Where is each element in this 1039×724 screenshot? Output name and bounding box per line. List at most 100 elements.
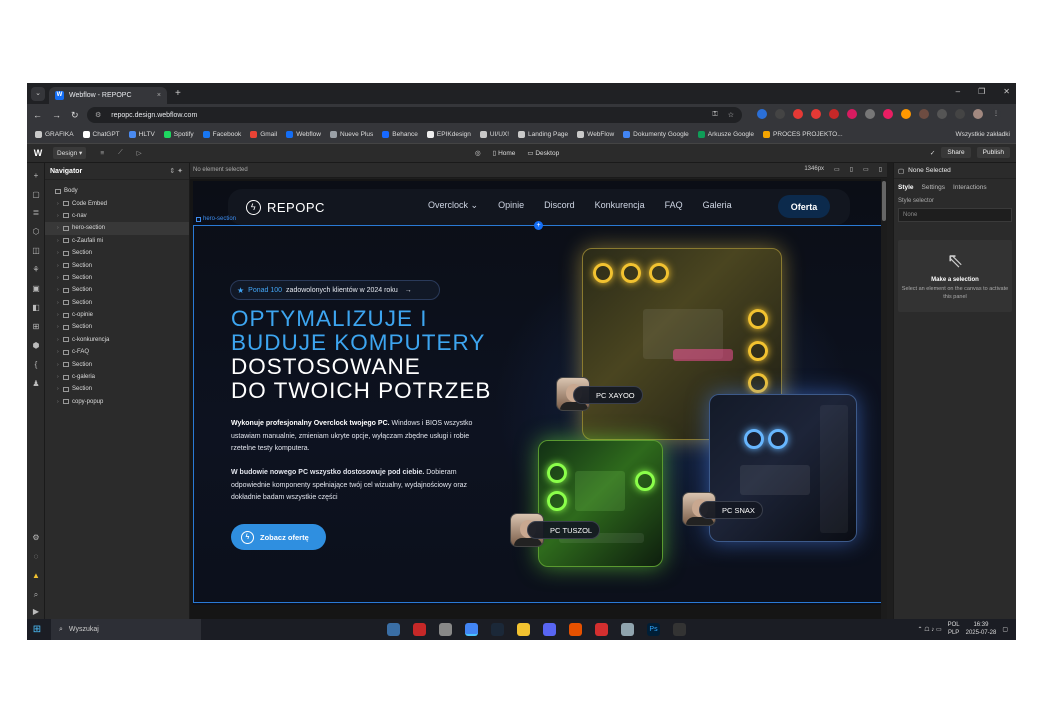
new-tab-button[interactable]: +: [175, 88, 181, 99]
discord-icon[interactable]: [543, 623, 556, 636]
app-icon[interactable]: [387, 623, 400, 636]
hero-badge[interactable]: ★ Ponad 100 zadowolonych klientów w 2024…: [230, 280, 440, 300]
webflow-logo[interactable]: W: [29, 148, 47, 158]
video-icon[interactable]: ▶: [31, 607, 41, 617]
extension-icon[interactable]: [829, 109, 839, 119]
nav-link-discord[interactable]: Discord: [544, 200, 575, 211]
bookmark-item[interactable]: ChatGPT: [82, 131, 120, 138]
nav-link-overclock[interactable]: Overclock ⌄: [428, 200, 478, 211]
cms-icon[interactable]: ≡: [100, 150, 104, 157]
tab-close-icon[interactable]: ×: [157, 92, 161, 99]
navigator-item[interactable]: › c-galeria: [45, 371, 189, 383]
extension-icon[interactable]: [865, 109, 875, 119]
globe-icon[interactable]: ◎: [475, 149, 481, 157]
nav-link-opinie[interactable]: Opinie: [498, 200, 524, 211]
apps-icon[interactable]: ⊞: [31, 322, 41, 332]
tray-icons[interactable]: ⌃ ☖ ♪ ▭: [918, 626, 942, 633]
app-icon[interactable]: [569, 623, 582, 636]
navigator-item[interactable]: › hero-section: [45, 222, 189, 235]
site-brand[interactable]: ϟ REPOPC: [246, 199, 325, 215]
users-icon[interactable]: ♟: [31, 379, 41, 389]
maximize-button[interactable]: ❐: [978, 87, 985, 96]
publish-button[interactable]: Publish: [976, 147, 1010, 158]
clock[interactable]: 16:39 2025-07-28: [966, 621, 997, 637]
tab-search-button[interactable]: ⌄: [31, 86, 45, 101]
app-icon[interactable]: [595, 623, 608, 636]
app-icon[interactable]: [673, 623, 686, 636]
components-icon[interactable]: ⬡: [31, 227, 41, 237]
ecommerce-icon[interactable]: ⬢: [31, 341, 41, 351]
scrollbar-thumb[interactable]: [882, 181, 886, 221]
tab-interactions[interactable]: Interactions: [953, 184, 987, 191]
extension-icon[interactable]: [883, 109, 893, 119]
navigator-item[interactable]: › Code Embed: [45, 197, 189, 209]
extension-icon[interactable]: [847, 109, 857, 119]
zobacz-oferte-button[interactable]: ϟ Zobacz ofertę: [231, 524, 326, 550]
bookmark-item[interactable]: EPIKdesign: [426, 131, 471, 138]
design-mode-button[interactable]: Design ▾: [53, 147, 87, 159]
bookmark-item[interactable]: Spotify: [163, 131, 194, 138]
navigator-item[interactable]: › copy-popup: [45, 396, 189, 408]
bookmark-item[interactable]: HLTV: [128, 131, 155, 138]
canvas-width-readout[interactable]: 1346px: [804, 166, 824, 173]
reload-icon[interactable]: ↻: [71, 110, 79, 121]
warning-icon[interactable]: ▲: [31, 571, 41, 581]
minimize-button[interactable]: –: [956, 87, 960, 96]
bookmark-star-icon[interactable]: ☆: [728, 111, 734, 119]
file-explorer-icon[interactable]: [517, 623, 530, 636]
add-icon[interactable]: +: [31, 171, 41, 181]
taskbar-search[interactable]: ⌕ Wyszukaj: [51, 619, 201, 640]
add-element-handle[interactable]: +: [534, 221, 543, 230]
code-braces-icon[interactable]: {: [31, 360, 41, 370]
app-icon[interactable]: [413, 623, 426, 636]
audit-icon[interactable]: ◌: [31, 552, 41, 562]
all-bookmarks-folder[interactable]: Wszystkie zakładki: [955, 131, 1010, 138]
breakpoint-selector[interactable]: ▭ Desktop: [527, 149, 559, 157]
tab-settings[interactable]: Settings: [922, 184, 946, 191]
nav-link-konkurencja[interactable]: Konkurencja: [595, 200, 645, 211]
navigator-item[interactable]: › c-FAQ: [45, 346, 189, 358]
preview-icon[interactable]: ▷: [137, 149, 142, 157]
navigator-item[interactable]: › Section: [45, 259, 189, 271]
navigator-item[interactable]: › Section: [45, 272, 189, 284]
design-canvas[interactable]: ϟ REPOPC Overclock ⌄ Opinie Discord Konk…: [190, 179, 887, 619]
bookmark-item[interactable]: Facebook: [202, 131, 241, 138]
bookmark-item[interactable]: Dokumenty Google: [623, 131, 689, 138]
style-selector-input[interactable]: None: [898, 208, 1012, 222]
breakpoint-desktop-icon[interactable]: ▭: [834, 166, 840, 173]
tab-style[interactable]: Style: [898, 184, 914, 191]
extension-icon[interactable]: [757, 109, 767, 119]
app-icon[interactable]: [439, 623, 452, 636]
extension-icon[interactable]: [811, 109, 821, 119]
breakpoint-landscape-icon[interactable]: ▭: [863, 166, 869, 173]
analyze-icon[interactable]: ⟋: [118, 149, 123, 157]
notifications-icon[interactable]: ▢: [1002, 626, 1008, 633]
cms-collections-icon[interactable]: ◧: [31, 303, 41, 313]
oferta-button[interactable]: Oferta: [778, 195, 830, 218]
navigator-icon[interactable]: ≣: [31, 208, 41, 218]
navigator-item[interactable]: › Section: [45, 297, 189, 309]
reading-list-icon[interactable]: [955, 109, 965, 119]
bookmark-item[interactable]: GRAFIKA: [35, 131, 74, 138]
steam-icon[interactable]: [491, 623, 504, 636]
navigator-item[interactable]: › Section: [45, 321, 189, 333]
nav-link-galeria[interactable]: Galeria: [703, 200, 732, 211]
kebab-menu-icon[interactable]: ⋮: [991, 109, 1001, 119]
language-indicator[interactable]: POL PLP: [948, 621, 960, 637]
photoshop-icon[interactable]: Ps: [647, 623, 660, 636]
settings-gear-icon[interactable]: ⚙: [31, 533, 41, 543]
bookmark-item[interactable]: Gmail: [250, 131, 277, 138]
forward-icon[interactable]: →: [52, 110, 61, 120]
browser-tab[interactable]: W Webflow - REPOPC ×: [49, 87, 167, 104]
back-icon[interactable]: ←: [33, 110, 42, 120]
navigator-item[interactable]: › c-nav: [45, 210, 189, 222]
search-icon[interactable]: ⌕: [31, 590, 41, 600]
extension-icon[interactable]: [919, 109, 929, 119]
extension-icon[interactable]: [901, 109, 911, 119]
navigator-item[interactable]: › c-opinie: [45, 309, 189, 321]
bookmark-item[interactable]: Landing Page: [518, 131, 568, 138]
navigator-item[interactable]: › Section: [45, 383, 189, 395]
nav-link-faq[interactable]: FAQ: [665, 200, 683, 211]
page-selector[interactable]: ▯ Home: [493, 149, 516, 157]
navigator-item[interactable]: › c-konkurencja: [45, 334, 189, 346]
